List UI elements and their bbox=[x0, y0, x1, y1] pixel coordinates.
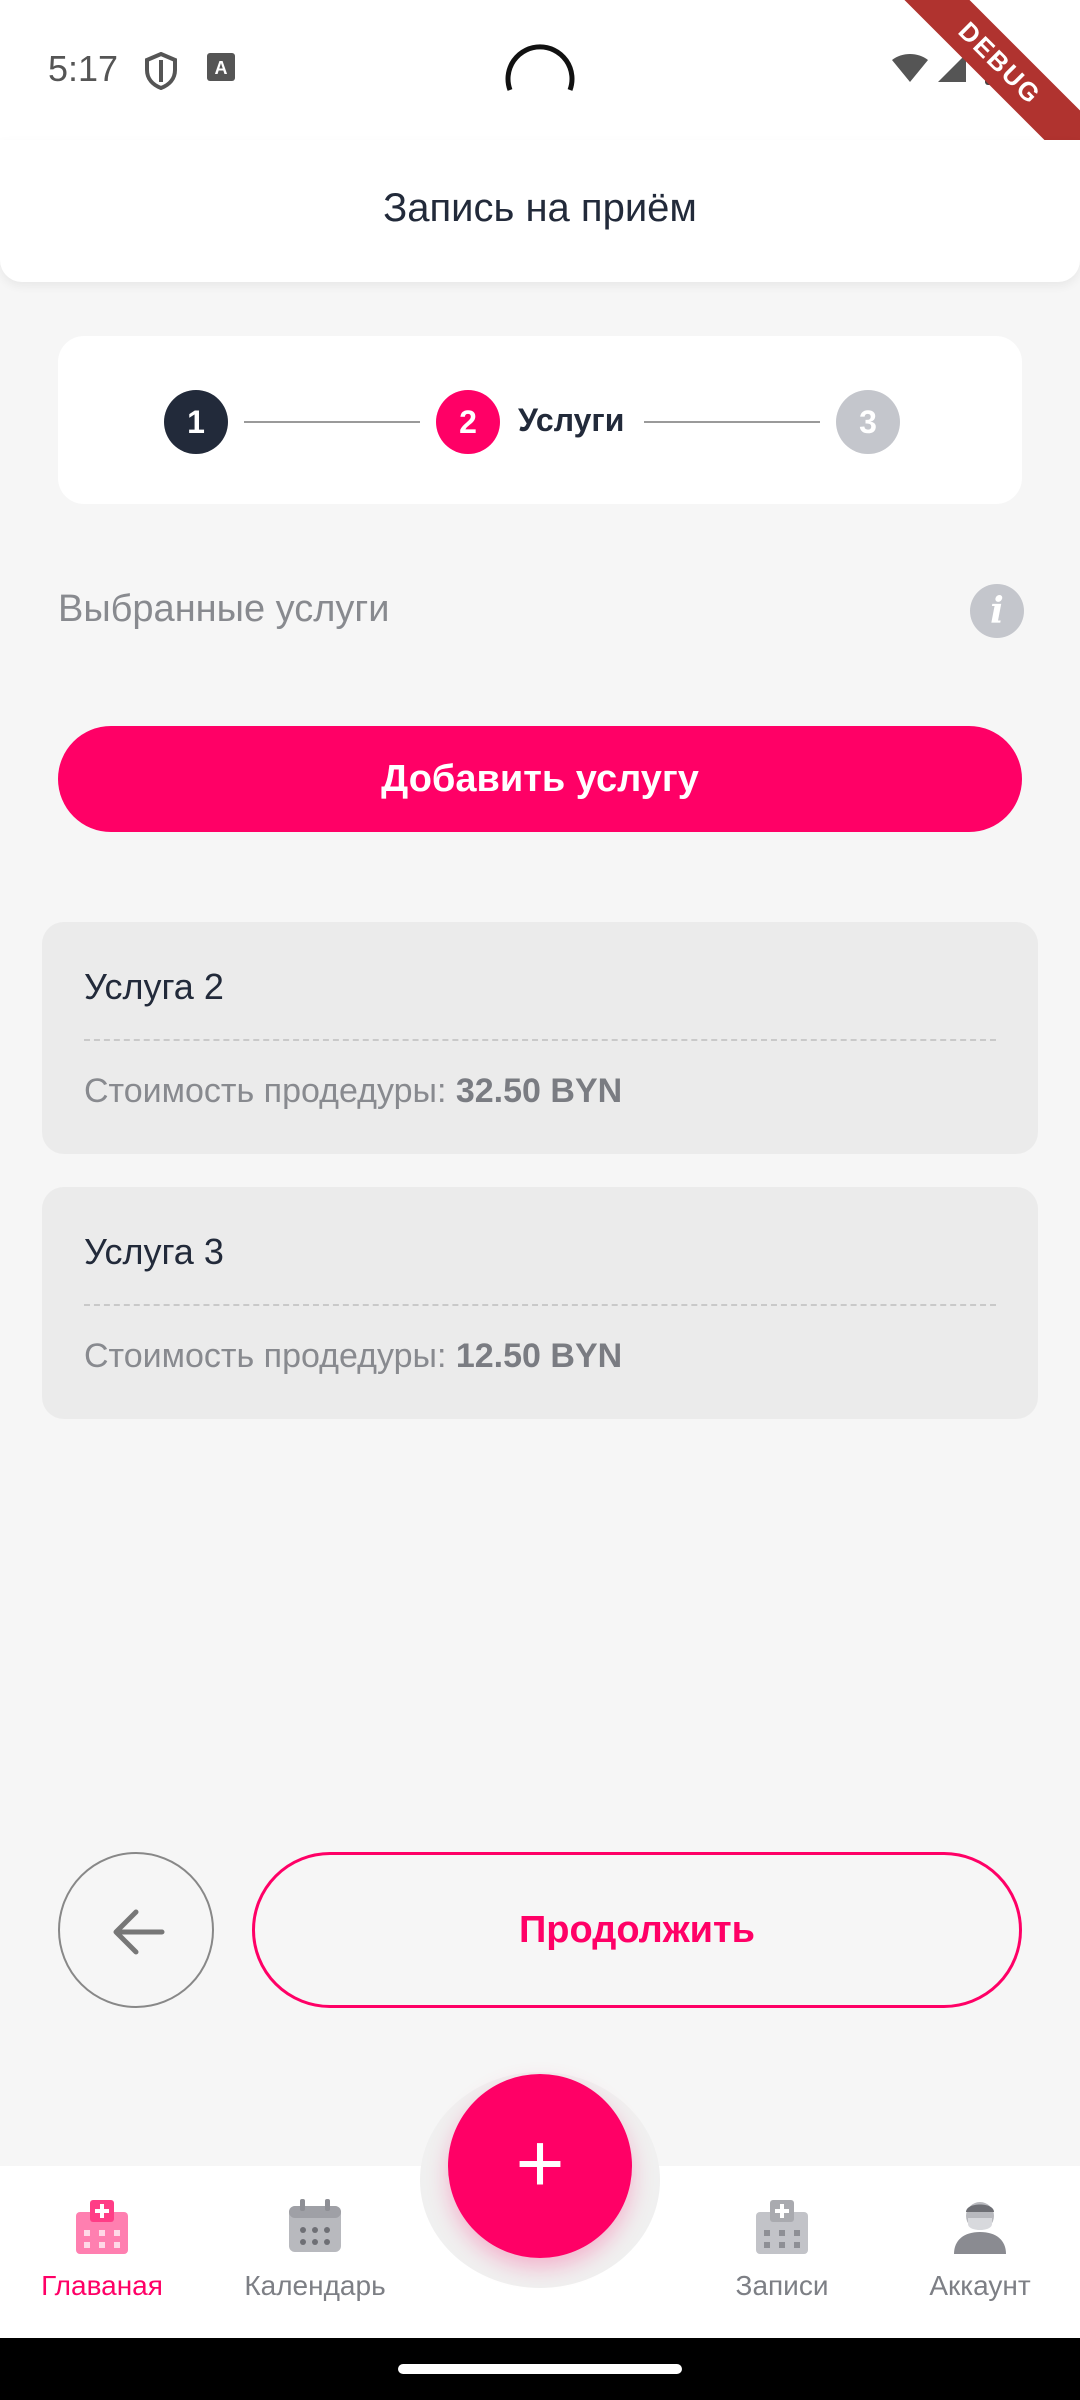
shield-icon bbox=[144, 51, 178, 95]
doctor-icon bbox=[954, 2202, 1006, 2254]
records-icon bbox=[756, 2200, 808, 2254]
calendar-icon bbox=[289, 2199, 341, 2252]
svg-text:A: A bbox=[215, 58, 228, 78]
home-indicator[interactable] bbox=[398, 2364, 682, 2374]
nav-item-account[interactable]: Аккаунт bbox=[880, 2196, 1080, 2302]
step-2-indicator[interactable]: 2 bbox=[436, 390, 500, 454]
continue-button[interactable]: Продолжить bbox=[252, 1852, 1022, 2008]
nav-item-records[interactable]: Записи bbox=[682, 2196, 882, 2302]
status-time: 5:17 bbox=[48, 48, 119, 89]
price-value: 12.50 BYN bbox=[455, 1337, 623, 1375]
nav-item-home[interactable]: Главаная bbox=[2, 2196, 202, 2302]
service-price: Стоимость продедуры: 12.50 BYN bbox=[84, 1337, 622, 1376]
card-divider bbox=[84, 1039, 996, 1041]
service-card[interactable]: Услуга 3 Стоимость продедуры: 12.50 BYN bbox=[42, 1187, 1038, 1419]
nav-label-records: Записи bbox=[735, 2270, 829, 2301]
step-connector bbox=[644, 421, 820, 423]
hospital-icon bbox=[76, 2200, 128, 2254]
price-label: Стоимость продедуры: bbox=[84, 1072, 447, 1110]
system-navigation-bar bbox=[0, 2338, 1080, 2400]
keyboard-a-icon: A bbox=[206, 52, 236, 87]
step-2-label: Услуги bbox=[518, 402, 625, 438]
app-header: Запись на приём bbox=[0, 140, 1080, 282]
card-divider bbox=[84, 1304, 996, 1306]
service-name: Услуга 3 bbox=[84, 1231, 224, 1272]
step-1-indicator[interactable]: 1 bbox=[164, 390, 228, 454]
add-fab-button[interactable]: + bbox=[448, 2074, 632, 2258]
page-title: Запись на приём bbox=[383, 186, 697, 230]
nav-label-account: Аккаунт bbox=[929, 2270, 1031, 2301]
camera-cutout-icon bbox=[504, 32, 576, 109]
status-bar: 5:17 A DEBUG bbox=[0, 0, 1080, 179]
step-3-indicator[interactable]: 3 bbox=[836, 390, 900, 454]
service-name: Услуга 2 bbox=[84, 966, 224, 1007]
booking-stepper: 1 2 Услуги 3 bbox=[58, 336, 1022, 504]
nav-label-calendar: Календарь bbox=[244, 2270, 386, 2301]
back-button[interactable] bbox=[58, 1852, 214, 2008]
nav-label-home: Главаная bbox=[41, 2270, 163, 2301]
info-icon[interactable]: i bbox=[970, 584, 1024, 638]
price-label: Стоимость продедуры: bbox=[84, 1337, 447, 1375]
nav-item-calendar[interactable]: Календарь bbox=[215, 2196, 415, 2302]
step-connector bbox=[244, 421, 420, 423]
service-card[interactable]: Услуга 2 Стоимость продедуры: 32.50 BYN bbox=[42, 922, 1038, 1154]
selected-services-title: Выбранные услуги bbox=[58, 588, 390, 630]
service-price: Стоимость продедуры: 32.50 BYN bbox=[84, 1072, 622, 1111]
arrow-left-icon bbox=[113, 1909, 165, 1955]
add-service-button[interactable]: Добавить услугу bbox=[58, 726, 1022, 832]
price-value: 32.50 BYN bbox=[455, 1072, 623, 1110]
wifi-icon bbox=[890, 52, 930, 89]
